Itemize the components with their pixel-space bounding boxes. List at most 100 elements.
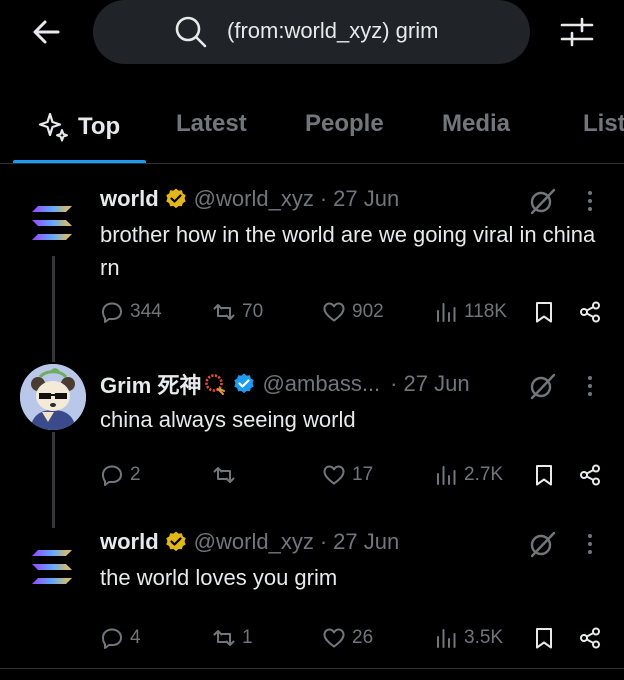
reply-icon <box>102 302 122 323</box>
more-options-icon[interactable] <box>580 371 600 401</box>
divider <box>0 163 624 164</box>
grok-icon[interactable] <box>527 529 557 559</box>
separator-dot: · <box>390 371 398 396</box>
tweet-item[interactable]: world @world_xyz · 27 Jun the world love… <box>0 527 624 657</box>
heart-icon <box>323 465 345 485</box>
like-count: 26 <box>352 627 374 648</box>
retweet-button[interactable]: 70 <box>212 297 263 327</box>
views-chart-icon <box>437 303 456 322</box>
like-button[interactable]: 17 <box>322 460 373 490</box>
views-chart-icon <box>437 466 456 485</box>
tweet-header: world @world_xyz · 27 Jun <box>100 184 399 214</box>
tweet-date[interactable]: 27 Jun <box>333 186 399 212</box>
bookmark-button[interactable] <box>532 460 556 490</box>
like-button[interactable]: 26 <box>322 623 373 653</box>
retweet-button[interactable]: 1 <box>212 623 253 653</box>
search-icon <box>173 14 209 50</box>
handle[interactable]: @ambass... <box>262 371 380 397</box>
display-name[interactable]: world <box>100 529 159 555</box>
tweet-item[interactable]: world @world_xyz · 27 Jun brother how in… <box>0 184 624 334</box>
retweet-icon <box>213 630 235 646</box>
more-options-icon[interactable] <box>580 529 600 559</box>
views-button[interactable]: 3.5K <box>434 623 503 653</box>
tweet-text: the world loves you grim <box>100 565 338 590</box>
more-options-icon[interactable] <box>580 186 600 216</box>
tweet-date[interactable]: 27 Jun <box>333 529 399 555</box>
tab-people[interactable]: People <box>305 110 384 138</box>
tweet-header: world @world_xyz · 27 Jun <box>100 527 399 557</box>
retweet-count: 1 <box>242 627 253 648</box>
display-name[interactable]: world <box>100 186 159 212</box>
blue-verified-badge-icon <box>234 373 255 394</box>
separator-dot: · <box>319 186 328 211</box>
tweet-date[interactable]: 27 Jun <box>404 371 470 397</box>
reply-count: 2 <box>130 464 141 485</box>
bookmark-button[interactable] <box>532 297 556 327</box>
search-input[interactable]: (from:world_xyz) grim <box>93 0 530 64</box>
view-count: 118K <box>464 301 507 322</box>
share-button[interactable] <box>578 623 602 653</box>
avatar[interactable] <box>20 364 86 430</box>
bookmark-button[interactable] <box>532 623 556 653</box>
grok-icon[interactable] <box>527 186 557 216</box>
tweet-actions: 4 1 26 3.5K <box>0 623 624 653</box>
reply-button[interactable]: 2 <box>100 460 141 490</box>
share-button[interactable] <box>578 460 602 490</box>
like-button[interactable]: 902 <box>322 297 384 327</box>
gold-verified-badge-icon <box>165 531 186 552</box>
views-button[interactable]: 118K <box>434 297 507 327</box>
avatar[interactable] <box>20 190 86 256</box>
heart-icon <box>323 302 345 322</box>
share-button[interactable] <box>578 297 602 327</box>
back-arrow-icon[interactable] <box>28 14 64 50</box>
tab-media[interactable]: Media <box>442 110 510 138</box>
view-count: 2.7K <box>464 464 504 485</box>
share-icon <box>580 627 600 649</box>
retweet-button[interactable] <box>212 460 242 490</box>
solana-logo-icon <box>32 206 72 240</box>
search-tabs: Top Latest People Media List <box>0 92 624 164</box>
retweet-icon <box>213 467 235 483</box>
search-query-text: (from:world_xyz) grim <box>227 18 439 43</box>
bookmark-icon <box>536 302 552 323</box>
tweet-text: china always seeing world <box>100 407 356 432</box>
like-count: 902 <box>352 301 384 322</box>
tweet-actions: 344 70 902 118K <box>0 297 624 327</box>
retweet-icon <box>213 304 235 320</box>
share-icon <box>580 301 600 323</box>
display-name[interactable]: Grim 死神 <box>100 368 201 400</box>
handle[interactable]: @world_xyz <box>194 529 314 555</box>
bookmark-icon <box>536 465 552 486</box>
bookmark-icon <box>536 628 552 649</box>
retweet-count: 70 <box>242 301 264 322</box>
prayer-beads-icon <box>205 374 226 395</box>
search-filters-icon[interactable] <box>558 14 596 50</box>
reply-count: 4 <box>130 627 141 648</box>
tweet-header: Grim 死神 @ambass... · 27 Jun <box>100 369 470 399</box>
tweet-text: brother how in the world are we going vi… <box>100 222 596 280</box>
tab-latest[interactable]: Latest <box>176 110 247 138</box>
reply-button[interactable]: 4 <box>100 623 141 653</box>
heart-icon <box>323 628 345 648</box>
views-chart-icon <box>437 629 456 648</box>
grok-icon[interactable] <box>527 371 557 401</box>
views-button[interactable]: 2.7K <box>434 460 503 490</box>
solana-logo-icon <box>32 550 72 584</box>
reply-icon <box>102 465 122 486</box>
avatar[interactable] <box>20 534 86 600</box>
panda-avatar-icon <box>20 364 86 430</box>
tab-top[interactable]: Top <box>36 110 120 144</box>
reply-icon <box>102 628 122 649</box>
view-count: 3.5K <box>464 627 504 648</box>
tab-lists[interactable]: List <box>583 110 624 138</box>
share-icon <box>580 464 600 486</box>
search-header: (from:world_xyz) grim <box>0 0 624 72</box>
reply-button[interactable]: 344 <box>100 297 162 327</box>
tweet-item[interactable]: Grim 死神 @ambass... · 27 Jun china always… <box>0 364 624 494</box>
divider <box>0 668 624 669</box>
separator-dot: · <box>319 529 328 554</box>
gold-verified-badge-icon <box>165 188 186 209</box>
tab-top-label: Top <box>78 113 121 140</box>
sparkle-icon <box>38 112 68 142</box>
handle[interactable]: @world_xyz <box>194 186 314 212</box>
